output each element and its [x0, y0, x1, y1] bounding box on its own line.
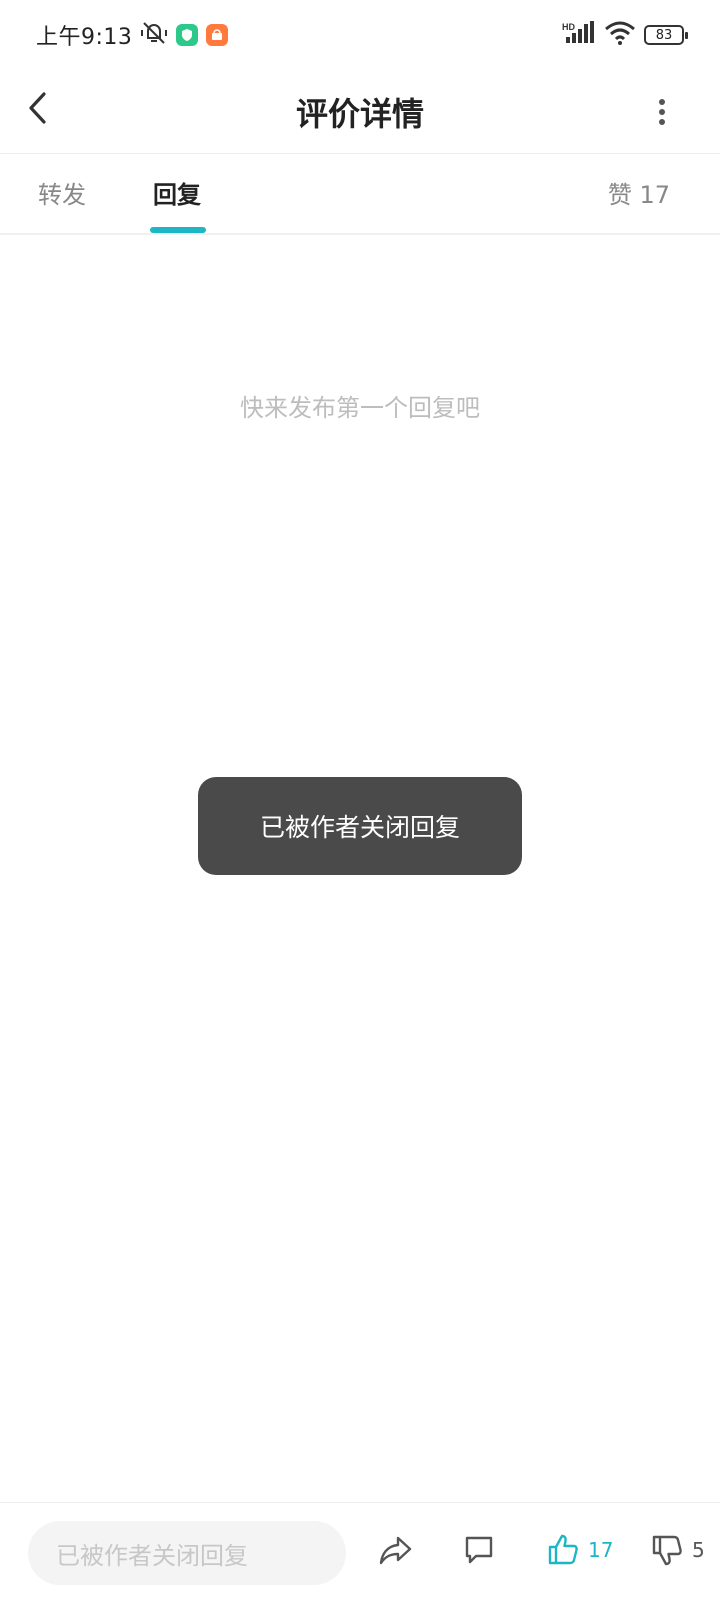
reply-input[interactable]: 已被作者关闭回复 [28, 1521, 346, 1585]
share-button[interactable] [378, 1533, 414, 1567]
tab-forward[interactable]: 转发 [38, 175, 86, 210]
status-time: 上午9:13 [36, 25, 133, 50]
thumbs-down-icon [652, 1535, 682, 1566]
status-right: HD 83 [562, 21, 688, 49]
back-icon[interactable] [26, 86, 56, 130]
like-button[interactable]: 17 [546, 1533, 613, 1567]
wifi-icon [604, 21, 636, 49]
dislike-button[interactable]: 5 [650, 1533, 705, 1567]
tab-likes[interactable]: 赞 17 [608, 175, 670, 210]
security-app-icon [176, 24, 199, 46]
comment-icon [465, 1536, 493, 1564]
more-options-icon[interactable] [652, 92, 672, 132]
comment-button[interactable] [462, 1533, 496, 1567]
mute-bell-icon [140, 20, 168, 50]
tab-reply[interactable]: 回复 [153, 175, 201, 210]
page-title: 评价详情 [295, 94, 424, 133]
status-bar: 上午9:13 HD 83 [0, 0, 720, 70]
dislike-count: 5 [692, 1538, 705, 1562]
nav-bar: 评价详情 [0, 70, 720, 154]
status-left: 上午9:13 [36, 19, 229, 51]
signal-icon: HD [562, 21, 596, 49]
battery-icon: 83 [644, 25, 688, 45]
share-icon [379, 1536, 412, 1565]
svg-text:HD: HD [562, 22, 575, 32]
thumbs-up-icon [548, 1534, 578, 1565]
bottom-action-bar: 已被作者关闭回复 17 5 [0, 1502, 720, 1600]
active-tab-indicator [150, 227, 206, 233]
store-app-icon [206, 24, 229, 46]
like-count: 17 [588, 1538, 614, 1562]
toast-message: 已被作者关闭回复 [198, 777, 522, 875]
review-detail-page: 上午9:13 HD 83 评价详情 转发 回复 赞 17 快来发布第一个回复吧 … [0, 0, 720, 1600]
tab-bar: 转发 回复 赞 17 [0, 155, 720, 235]
empty-reply-hint: 快来发布第一个回复吧 [240, 394, 480, 422]
